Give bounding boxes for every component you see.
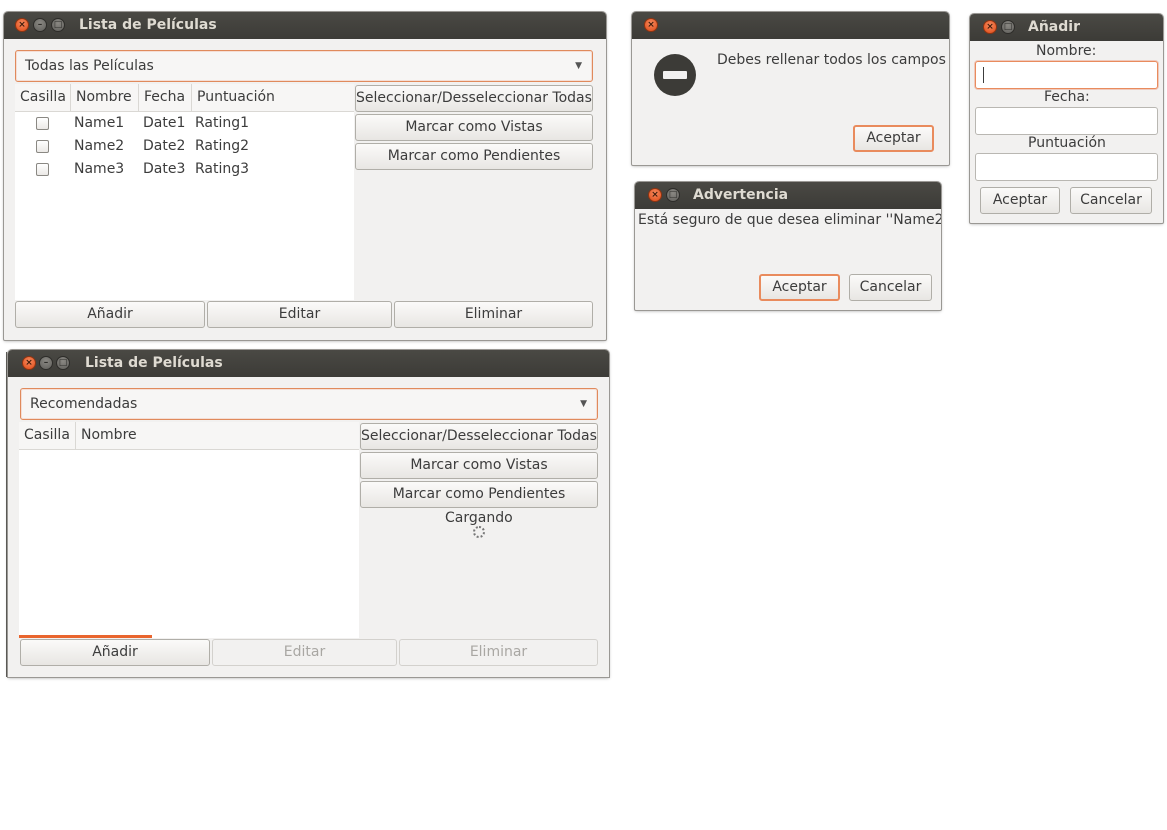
close-icon[interactable]: × [983,20,997,34]
movie-table[interactable]: Casilla Nombre Fecha Puntuación Name1 Da… [15,84,354,300]
cell-puntuacion: Rating2 [195,138,250,154]
table-row[interactable]: Name1 Date1 Rating1 [15,112,354,135]
delete-button[interactable]: Eliminar [394,301,593,328]
column-header-casilla[interactable]: Casilla [15,84,71,111]
filter-dropdown-value: Recomendadas [30,396,138,412]
mark-seen-button[interactable]: Marcar como Vistas [355,114,593,141]
mark-seen-button[interactable]: Marcar como Vistas [360,452,598,479]
minimize-icon[interactable]: – [33,18,47,32]
date-label: Fecha: [1044,89,1090,105]
column-header-casilla[interactable]: Casilla [19,422,76,449]
row-checkbox[interactable] [36,117,49,130]
ok-button[interactable]: Aceptar [853,125,934,152]
warning-dialog: × □ Advertencia Está seguro de que desea… [635,182,941,310]
close-icon[interactable]: × [15,18,29,32]
select-all-button[interactable]: Seleccionar/Desseleccionar Todas [355,85,593,112]
mark-pending-button[interactable]: Marcar como Pendientes [360,481,598,508]
cell-puntuacion: Rating1 [195,115,250,131]
edit-button[interactable]: Editar [207,301,392,328]
maximize-icon[interactable]: □ [51,18,65,32]
add-button[interactable]: Añadir [20,639,210,666]
add-button[interactable]: Añadir [15,301,205,328]
cell-fecha: Date1 [143,115,186,131]
cell-nombre: Name1 [74,115,125,131]
window-title: Lista de Películas [85,355,223,371]
maximize-icon[interactable]: □ [1001,20,1015,34]
edit-button[interactable]: Editar [212,639,397,666]
minimize-icon[interactable]: – [39,356,53,370]
date-field[interactable] [975,107,1158,135]
filter-dropdown-value: Todas las Películas [25,58,154,74]
text-caret [983,67,984,83]
close-icon[interactable]: × [648,188,662,202]
chevron-down-icon: ▼ [580,399,587,409]
ok-button[interactable]: Aceptar [759,274,840,301]
table-header: Casilla Nombre Fecha Puntuación [15,84,354,112]
name-field[interactable] [975,61,1158,89]
loading-progress-bar [19,635,152,638]
mark-pending-button[interactable]: Marcar como Pendientes [355,143,593,170]
column-header-nombre[interactable]: Nombre [71,84,139,111]
table-row[interactable]: Name3 Date3 Rating3 [15,158,354,181]
stop-icon [654,54,696,96]
window-titlebar[interactable]: × [632,12,949,39]
spinner-icon [473,526,485,538]
cell-fecha: Date3 [143,161,186,177]
window-titlebar[interactable]: × □ Añadir [970,14,1163,41]
cell-puntuacion: Rating3 [195,161,250,177]
loading-label: Cargando [445,510,513,526]
movie-list-window-recommended: × – □ Lista de Películas Recomendadas ▼ … [8,350,609,677]
rating-field[interactable] [975,153,1158,181]
column-header-nombre[interactable]: Nombre [76,422,359,449]
window-title: Advertencia [693,187,789,203]
row-checkbox[interactable] [36,140,49,153]
maximize-icon[interactable]: □ [56,356,70,370]
select-all-button[interactable]: Seleccionar/Desseleccionar Todas [360,423,598,450]
maximize-icon[interactable]: □ [666,188,680,202]
warning-message: Está seguro de que desea eliminar ''Name… [638,212,941,228]
cancel-button[interactable]: Cancelar [1070,187,1152,214]
window-title: Añadir [1028,19,1080,35]
column-header-fecha[interactable]: Fecha [139,84,192,111]
cell-nombre: Name2 [74,138,125,154]
filter-dropdown[interactable]: Recomendadas ▼ [20,388,598,420]
window-left-edge [6,352,7,677]
row-checkbox[interactable] [36,163,49,176]
rating-label: Puntuación [1028,135,1106,151]
window-titlebar[interactable]: × – □ Lista de Películas [8,350,609,377]
column-header-puntuacion[interactable]: Puntuación [192,84,354,111]
table-row[interactable]: Name2 Date2 Rating2 [15,135,354,158]
window-titlebar[interactable]: × – □ Lista de Películas [4,12,606,39]
cancel-button[interactable]: Cancelar [849,274,932,301]
window-title: Lista de Películas [79,17,217,33]
ok-button[interactable]: Aceptar [980,187,1060,214]
error-message: Debes rellenar todos los campos [717,52,946,68]
close-icon[interactable]: × [22,356,36,370]
movie-table[interactable]: Casilla Nombre [19,422,359,638]
error-dialog: × Debes rellenar todos los campos Acepta… [632,12,949,165]
table-header: Casilla Nombre [19,422,359,450]
cell-nombre: Name3 [74,161,125,177]
close-icon[interactable]: × [644,18,658,32]
name-label: Nombre: [1036,43,1097,59]
filter-dropdown[interactable]: Todas las Películas ▼ [15,50,593,82]
add-movie-dialog: × □ Añadir Nombre: Fecha: Puntuación Ace… [970,14,1163,223]
window-titlebar[interactable]: × □ Advertencia [635,182,941,209]
chevron-down-icon: ▼ [575,61,582,71]
movie-list-window-all: × – □ Lista de Películas Todas las Pelíc… [4,12,606,340]
cell-fecha: Date2 [143,138,186,154]
delete-button[interactable]: Eliminar [399,639,598,666]
